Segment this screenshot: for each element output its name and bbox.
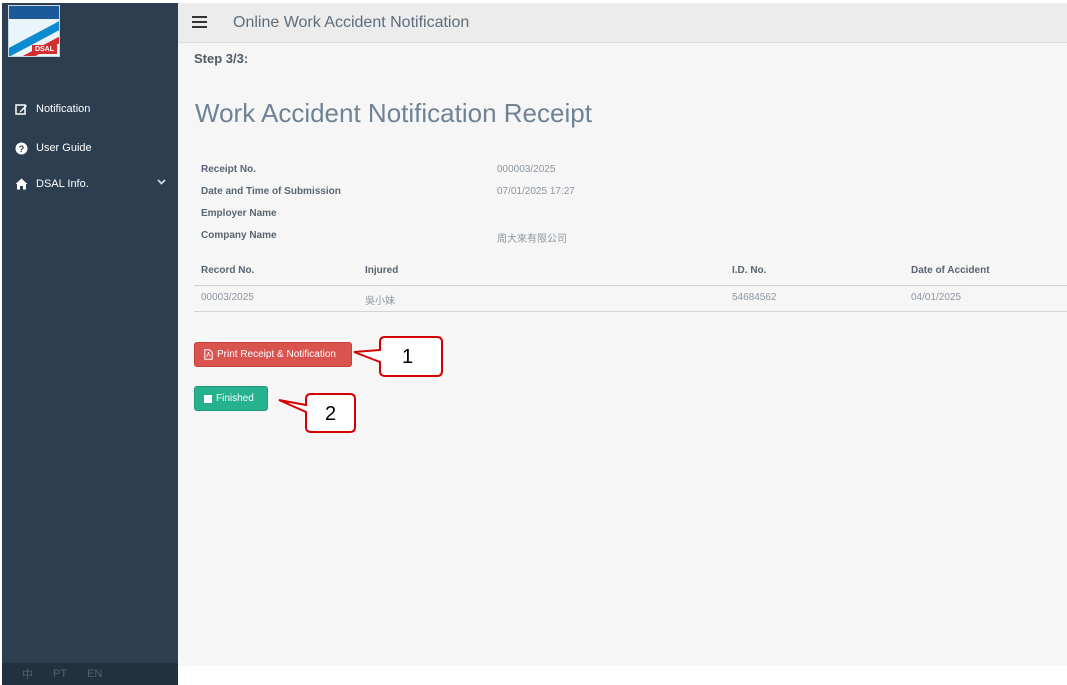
receipt-no-value: 000003/2025 xyxy=(497,164,556,175)
employer-name-label: Employer Name xyxy=(201,208,277,219)
callout-number-1: 1 xyxy=(402,346,414,368)
table-cell-id-no: 54684562 xyxy=(732,292,777,303)
table-header-date-of-accident: Date of Accident xyxy=(911,265,990,276)
sidebar-item-label: DSAL Info. xyxy=(36,178,89,190)
table-header-record-no: Record No. xyxy=(201,265,255,276)
stop-square-icon xyxy=(204,394,212,403)
page-title: Work Accident Notification Receipt xyxy=(195,98,592,128)
home-icon xyxy=(14,177,28,191)
company-name-value: 周大來有限公司 xyxy=(497,234,567,245)
finished-button[interactable]: Finished xyxy=(194,386,268,411)
sidebar-item-label: Notification xyxy=(36,103,91,115)
finish-button-label: Finished xyxy=(216,393,254,404)
submission-time-label: Date and Time of Submission xyxy=(201,186,341,197)
table-row-divider xyxy=(194,311,1067,312)
print-receipt-button[interactable]: Print Receipt & Notification xyxy=(194,342,352,367)
lang-zh[interactable]: 中 xyxy=(22,666,33,682)
sidebar-item-user-guide[interactable]: ? User Guide xyxy=(2,137,178,159)
main-content: Step 3/3: Work Accident Notification Rec… xyxy=(178,43,1067,666)
receipt-no-label: Receipt No. xyxy=(201,164,257,175)
table-header-injured: Injured xyxy=(365,265,399,276)
submission-time-value: 07/01/2025 17:27 xyxy=(497,186,575,197)
sidebar-item-notification[interactable]: Notification xyxy=(2,98,178,120)
sidebar-item-dsal-info[interactable]: DSAL Info. xyxy=(2,173,178,195)
table-cell-injured: 吳小妹 xyxy=(365,296,395,307)
company-name-label: Company Name xyxy=(201,230,277,241)
sidebar-item-label: User Guide xyxy=(36,142,92,154)
top-bar: Online Work Accident Notification xyxy=(178,3,1067,43)
table-cell-date-of-accident: 04/01/2025 xyxy=(911,292,962,303)
table-header-divider xyxy=(194,285,1067,286)
edit-icon xyxy=(14,102,28,116)
lang-pt[interactable]: PT xyxy=(53,668,67,680)
dsal-logo[interactable]: DSAL xyxy=(8,5,60,57)
table-header-id-no: I.D. No. xyxy=(732,265,767,276)
sidebar: DSAL Notification ? User Guide DSAL Info… xyxy=(2,3,178,685)
app-title: Online Work Accident Notification xyxy=(233,14,470,31)
question-circle-icon: ? xyxy=(14,141,28,155)
svg-text:?: ? xyxy=(18,144,24,154)
print-button-label: Print Receipt & Notification xyxy=(217,349,336,360)
language-switcher: 中 PT EN xyxy=(2,663,178,685)
logo-text: DSAL xyxy=(31,45,57,54)
chevron-down-icon[interactable] xyxy=(157,177,166,189)
table-cell-record-no: 00003/2025 xyxy=(201,292,254,303)
screen: DSAL Notification ? User Guide DSAL Info… xyxy=(0,0,1067,685)
pdf-file-icon xyxy=(204,349,213,360)
callout-number-2: 2 xyxy=(325,403,337,425)
menu-toggle-icon[interactable] xyxy=(192,16,207,28)
lang-en[interactable]: EN xyxy=(87,668,102,680)
step-indicator: Step 3/3: xyxy=(194,51,249,66)
